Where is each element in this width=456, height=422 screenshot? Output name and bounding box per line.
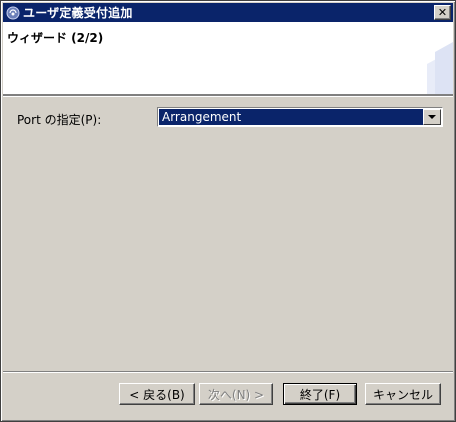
- finish-button[interactable]: 終了(F): [283, 383, 357, 405]
- window-title: ユーザ定義受付追加: [23, 6, 133, 20]
- cancel-button[interactable]: キャンセル: [365, 383, 441, 405]
- wizard-step-title: ウィザード (2/2): [7, 31, 104, 45]
- close-icon: ✕: [437, 6, 448, 19]
- port-label: Port の指定(P):: [17, 113, 102, 127]
- dropdown-arrow-button[interactable]: [423, 109, 441, 125]
- wizard-banner: ウィザード (2/2): [3, 22, 453, 95]
- next-button[interactable]: 次へ(N) >: [199, 383, 273, 405]
- banner-decoration-icon: [427, 42, 453, 94]
- title-bar[interactable]: ユーザ定義受付追加 ✕: [3, 3, 453, 22]
- app-icon: [6, 6, 20, 19]
- close-button[interactable]: ✕: [434, 5, 451, 20]
- header-separator: [3, 95, 453, 97]
- back-button[interactable]: < 戻る(B): [119, 383, 195, 405]
- port-select-value: Arrangement: [159, 109, 423, 125]
- footer-separator: [3, 371, 453, 373]
- port-select[interactable]: Arrangement: [157, 107, 443, 127]
- chevron-down-icon: [428, 114, 436, 119]
- wizard-dialog: ユーザ定義受付追加 ✕ ウィザード (2/2) Port の指定(P): Arr…: [0, 0, 456, 422]
